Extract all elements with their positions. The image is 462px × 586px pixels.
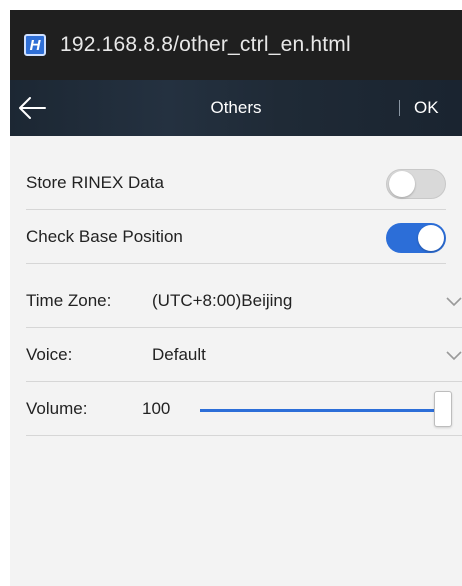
voice-label: Voice:: [26, 344, 73, 364]
chevron-down-icon[interactable]: [446, 295, 462, 307]
store-rinex-toggle[interactable]: [386, 169, 446, 199]
time-zone-label: Time Zone:: [26, 290, 112, 310]
chevron-down-icon[interactable]: [446, 349, 462, 361]
check-base-label: Check Base Position: [26, 226, 183, 246]
site-favicon-icon: H: [24, 34, 46, 56]
voice-row[interactable]: Voice: Default: [26, 328, 462, 382]
store-rinex-row: Store RINEX Data: [26, 156, 446, 210]
browser-url-bar: H 192.168.8.8/other_ctrl_en.html: [10, 10, 462, 80]
app-header: Others OK: [10, 80, 462, 136]
voice-value[interactable]: Default: [152, 345, 206, 365]
volume-slider-track[interactable]: [200, 409, 450, 412]
time-zone-row[interactable]: Time Zone: (UTC+8:00)Beijing: [26, 274, 462, 328]
app-frame: H 192.168.8.8/other_ctrl_en.html Others …: [10, 10, 462, 586]
url-text[interactable]: 192.168.8.8/other_ctrl_en.html: [60, 33, 351, 57]
volume-value: 100: [142, 398, 171, 418]
volume-label: Volume:: [26, 398, 88, 418]
favicon-letter: H: [29, 36, 41, 54]
check-base-row: Check Base Position: [26, 210, 446, 264]
toggle-knob: [389, 171, 415, 197]
ok-button[interactable]: OK: [414, 80, 439, 136]
store-rinex-label: Store RINEX Data: [26, 172, 164, 192]
volume-slider-handle[interactable]: [434, 391, 452, 427]
time-zone-value[interactable]: (UTC+8:00)Beijing: [152, 291, 292, 311]
header-divider: [399, 100, 400, 116]
toggle-knob: [418, 225, 444, 251]
volume-row: Volume: 100: [26, 382, 462, 436]
check-base-toggle[interactable]: [386, 223, 446, 253]
page-title: Others: [210, 98, 262, 117]
